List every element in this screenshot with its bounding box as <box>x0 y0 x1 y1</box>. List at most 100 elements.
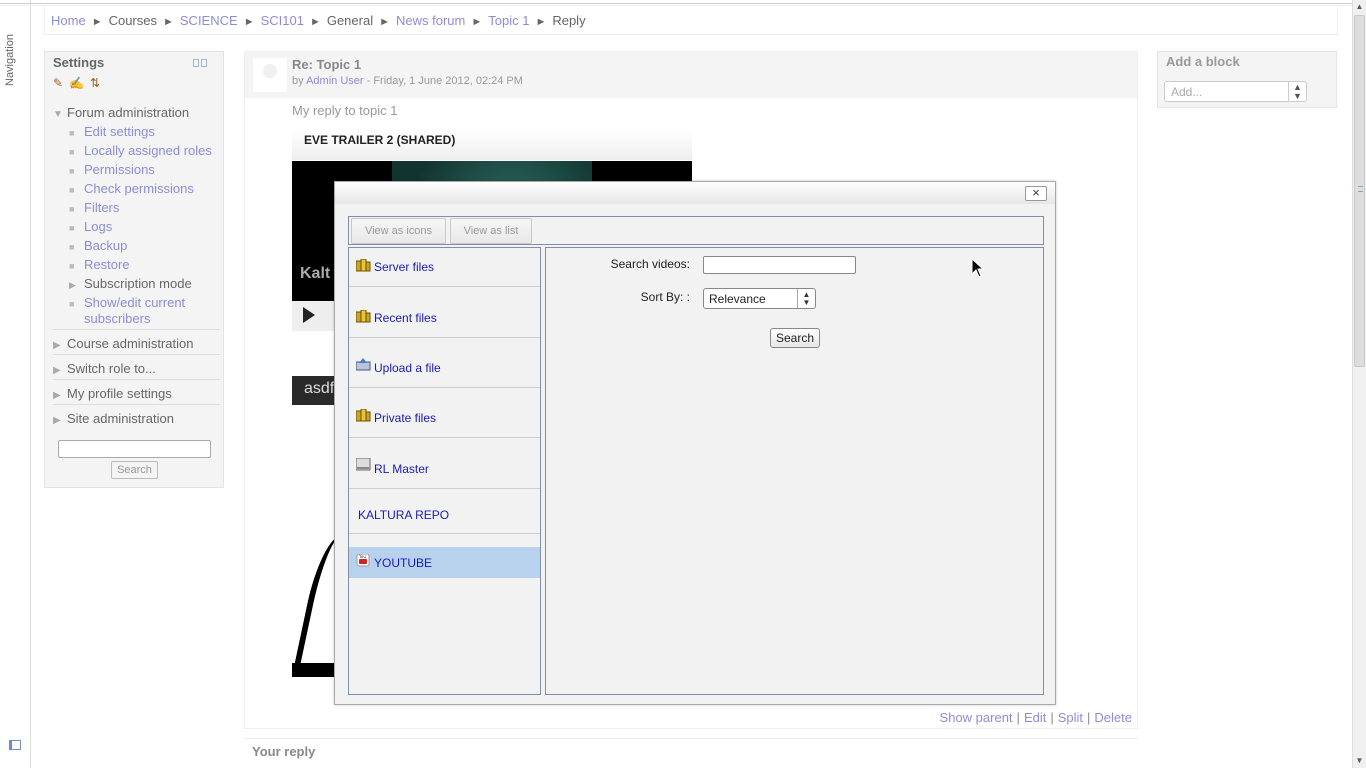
backup-link[interactable]: ■ Backup <box>69 238 127 253</box>
breadcrumb-courses: Courses <box>108 13 157 28</box>
move-icon[interactable]: ⇅ <box>90 76 100 90</box>
breadcrumb: Home ► Courses ► SCIENCE ► SCI101 ► General ► News… <box>44 7 1338 35</box>
upload-icon <box>355 358 371 371</box>
locally-assigned-roles-label: Locally assigned roles <box>84 143 212 158</box>
post-message: My reply to topic 1 <box>292 103 398 118</box>
breadcrumb-news-forum[interactable]: News forum <box>396 13 465 28</box>
view-as-list-button[interactable]: View as list <box>450 218 532 244</box>
settings-search-input[interactable] <box>58 440 211 458</box>
scrollbar-thumb[interactable] <box>1354 15 1365 367</box>
page-scrollbar[interactable]: ▲ ▼ <box>1352 0 1366 768</box>
bullet-icon: ■ <box>69 185 75 195</box>
video-brand-logo: Kalt <box>300 265 331 282</box>
switch-role[interactable]: ▶ Switch role to... <box>53 361 156 376</box>
edit-icon[interactable]: ✍ <box>69 76 84 90</box>
divider <box>53 354 220 355</box>
sort-by-select[interactable]: Relevance ▲ ▼ <box>703 288 816 309</box>
dock-block-icon[interactable] <box>201 59 207 67</box>
subscription-mode[interactable]: ▶ Subscription mode <box>69 276 192 291</box>
search-videos-input[interactable] <box>703 256 856 274</box>
breadcrumb-separator: ► <box>91 16 103 28</box>
navigation-dock-label[interactable]: Navigation <box>4 34 16 86</box>
avatar[interactable] <box>253 58 287 92</box>
select-arrows-icon: ▲ ▼ <box>1288 82 1306 101</box>
bullet-icon: ■ <box>69 223 75 233</box>
search-button[interactable]: Search <box>770 328 820 348</box>
navigation-dock: Navigation <box>0 0 31 768</box>
select-arrows-icon: ▲ ▼ <box>797 289 815 308</box>
edit-settings-link[interactable]: ■ Edit settings <box>69 124 155 139</box>
scroll-up-icon[interactable]: ▲ <box>1353 0 1366 14</box>
repository-list: Server files Recent files Upload a file … <box>348 247 541 695</box>
show-edit-subscribers-label-cont: subscribers <box>84 311 151 326</box>
collapsed-triangle-icon: ▶ <box>53 340 61 351</box>
author-link[interactable]: Admin User <box>306 75 363 87</box>
add-block-select[interactable]: Add... ▲ ▼ <box>1164 81 1307 102</box>
recent-files-icon <box>355 309 371 323</box>
bullet-icon: ■ <box>69 299 75 309</box>
breadcrumb-home[interactable]: Home <box>51 13 86 28</box>
post-header: Re: Topic 1 by Admin User - Friday, 1 Ju… <box>245 52 1137 98</box>
sort-by-value: Relevance <box>709 292 766 306</box>
your-reply-section: Your reply <box>244 738 1138 778</box>
scroll-down-icon[interactable]: ▼ <box>1353 754 1366 768</box>
repo-label: Private files <box>374 411 437 425</box>
private-files-icon <box>355 408 371 422</box>
breadcrumb-sci101[interactable]: SCI101 <box>261 13 304 28</box>
post-byline: by Admin User - Friday, 1 June 2012, 02:… <box>292 75 523 87</box>
repo-label: Recent files <box>374 311 437 325</box>
forum-administration-label: Forum administration <box>67 105 190 120</box>
repo-upload-a-file[interactable]: Upload a file <box>349 338 540 388</box>
collapsed-triangle-icon: ▶ <box>69 280 76 290</box>
locally-assigned-roles-link[interactable]: ■ Locally assigned roles <box>69 143 212 158</box>
breadcrumb-separator: ► <box>471 16 483 28</box>
filters-link[interactable]: ■ Filters <box>69 200 119 215</box>
split-link[interactable]: Split <box>1058 710 1083 725</box>
block-controls <box>193 55 213 67</box>
add-block-select-value: Add... <box>1171 85 1203 99</box>
video-title: EVE TRAILER 2 (SHARED) <box>292 130 692 160</box>
show-parent-link[interactable]: Show parent <box>940 710 1013 725</box>
collapsed-triangle-icon: ▶ <box>53 415 61 426</box>
repo-kaltura[interactable]: KALTURA REPO <box>349 489 540 534</box>
post-date: - Friday, 1 June 2012, 02:24 PM <box>366 75 523 87</box>
dialog-titlebar[interactable]: × <box>335 182 1055 204</box>
breadcrumb-topic-1[interactable]: Topic 1 <box>488 13 529 28</box>
edit-settings-label: Edit settings <box>84 124 155 139</box>
repo-recent-files[interactable]: Recent files <box>349 287 540 338</box>
repo-youtube[interactable]: You YOUTUBE <box>349 547 540 578</box>
play-icon[interactable] <box>303 307 315 323</box>
close-icon[interactable]: × <box>1025 186 1047 201</box>
breadcrumb-separator: ► <box>243 16 255 28</box>
show-edit-subscribers-link[interactable]: ■ Show/edit current <box>69 295 185 310</box>
settings-block: Settings ✎ ✍ ⇅ ▼ Forum administration ■ Edit… <box>44 51 224 488</box>
view-as-icons-button[interactable]: View as icons <box>351 218 446 244</box>
delete-link[interactable]: Delete <box>1094 710 1132 725</box>
repo-server-files[interactable]: Server files <box>349 248 540 287</box>
byline-by: by <box>292 75 304 87</box>
restore-link[interactable]: ■ Restore <box>69 257 130 272</box>
my-profile-settings[interactable]: ▶ My profile settings <box>53 386 172 401</box>
logs-link[interactable]: ■ Logs <box>69 219 112 234</box>
hide-block-icon[interactable] <box>193 59 199 67</box>
server-files-icon <box>355 258 371 272</box>
course-administration[interactable]: ▶ Course administration <box>53 336 193 351</box>
forum-administration[interactable]: ▼ Forum administration <box>53 105 189 120</box>
site-administration[interactable]: ▶ Site administration <box>53 411 174 426</box>
svg-text:You: You <box>358 554 366 559</box>
collapsed-triangle-icon: ▶ <box>53 390 61 401</box>
repo-rl-master[interactable]: RL Master <box>349 438 540 489</box>
bullet-icon: ■ <box>69 242 75 252</box>
bullet-icon: ■ <box>69 166 75 176</box>
breadcrumb-science[interactable]: SCIENCE <box>180 13 238 28</box>
edit-link[interactable]: Edit <box>1024 710 1046 725</box>
divider <box>53 379 220 380</box>
configure-icon[interactable]: ✎ <box>53 76 63 90</box>
separator: | <box>1016 710 1020 725</box>
permissions-link[interactable]: ■ Permissions <box>69 162 155 177</box>
settings-search-button[interactable]: Search <box>111 461 158 479</box>
dock-icon[interactable] <box>9 740 21 750</box>
check-permissions-link[interactable]: ■ Check permissions <box>69 181 194 196</box>
repo-private-files[interactable]: Private files <box>349 388 540 438</box>
show-edit-subscribers-link-cont[interactable]: subscribers <box>84 311 150 326</box>
